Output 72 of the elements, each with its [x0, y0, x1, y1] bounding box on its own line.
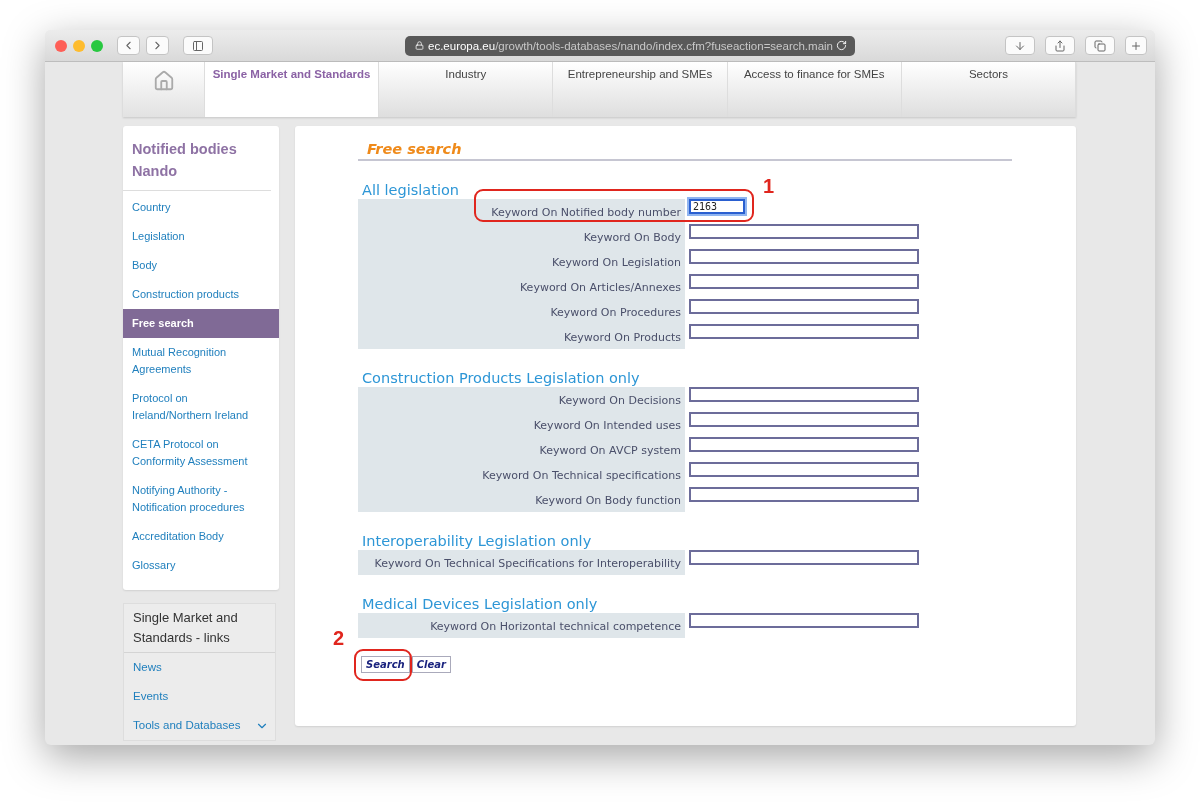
plus-icon	[1130, 39, 1142, 52]
links-title: Single Market and Standards - links	[124, 604, 275, 653]
field-label: Keyword On Intended uses	[358, 412, 685, 437]
input-field[interactable]	[689, 274, 919, 289]
sidebar-link[interactable]: Glossary	[123, 551, 279, 580]
sidebar-link[interactable]: Legislation	[123, 222, 279, 251]
nav-tab[interactable]: Sectors	[901, 62, 1076, 117]
field-label: Keyword On Technical specifications	[358, 462, 685, 487]
field-label: Keyword On AVCP system	[358, 437, 685, 462]
sidebar-icon	[192, 39, 204, 52]
input-field[interactable]	[689, 249, 919, 264]
share-icon	[1054, 39, 1066, 52]
input-field[interactable]	[689, 487, 919, 502]
field-label: Keyword On Notified body number	[358, 199, 685, 224]
field-label: Keyword On Procedures	[358, 299, 685, 324]
sidebar-link[interactable]: Accreditation Body	[123, 522, 279, 551]
input-field[interactable]	[689, 550, 919, 565]
nav-tab[interactable]: Entrepreneurship and SMEs	[553, 62, 728, 117]
links-item[interactable]: Events	[124, 682, 275, 711]
address-bar[interactable]: ec.europa.eu/growth/tools-databases/nando/index.cfm?fuseaction=search.main	[405, 35, 855, 56]
sidebar-link[interactable]: Body	[123, 251, 279, 280]
input-field[interactable]	[689, 437, 919, 452]
nav-tab[interactable]: Industry	[379, 62, 554, 117]
input-field[interactable]: 2163	[689, 199, 745, 214]
input-field[interactable]	[689, 462, 919, 477]
field-label: Keyword On Body	[358, 224, 685, 249]
sidebar-link[interactable]: Protocol on Ireland/Northern Ireland	[123, 384, 279, 430]
section-heading: All legislation	[361, 181, 459, 199]
field-label: Keyword On Decisions	[358, 387, 685, 412]
sidebar-link[interactable]: Country	[123, 193, 279, 222]
input-field[interactable]	[689, 299, 919, 314]
nav-tab[interactable]: Access to finance for SMEs	[727, 62, 902, 117]
field-label: Keyword On Body function	[358, 487, 685, 512]
section-heading: Construction Products Legislation only	[361, 369, 640, 387]
input-field[interactable]	[689, 224, 919, 239]
form-button[interactable]: Clear	[411, 656, 451, 673]
field-label: Keyword On Legislation	[358, 249, 685, 274]
home-icon	[152, 70, 175, 92]
sidebar-title: Notified bodies Nando	[123, 138, 271, 191]
section-heading: Interoperability Legislation only	[361, 532, 592, 550]
input-field[interactable]	[689, 613, 919, 628]
back-button[interactable]	[117, 36, 140, 55]
field-label: Keyword On Horizontal technical competence	[358, 613, 685, 638]
sidebar-link[interactable]: CETA Protocol on Conformity Assessment	[123, 430, 279, 476]
link-label: Events	[133, 689, 169, 704]
sidebar-link[interactable]: Mutual Recognition Agreements	[123, 338, 279, 384]
sidebar-link[interactable]: Construction products	[123, 280, 279, 309]
field-label: Keyword On Products	[358, 324, 685, 349]
link-label: News	[133, 660, 162, 675]
input-field[interactable]	[689, 412, 919, 427]
sidebar-link[interactable]: Free search	[123, 309, 279, 338]
download-icon	[1014, 39, 1026, 52]
link-label: Tools and Databases	[133, 718, 241, 733]
form-button[interactable]: Search	[361, 656, 410, 673]
url-text: ec.europa.eu/growth/tools-databases/nando/index.cfm?fuseaction=search.main	[428, 39, 833, 52]
section-heading: Medical Devices Legislation only	[361, 595, 598, 613]
forward-button[interactable]	[146, 36, 169, 55]
page-title: Free search	[358, 140, 1012, 161]
lock-icon	[415, 41, 424, 50]
reload-icon[interactable]	[836, 40, 847, 51]
links-item[interactable]: News	[124, 653, 275, 682]
sidebar-button[interactable]	[183, 36, 213, 55]
tabs-icon	[1094, 39, 1106, 52]
input-field[interactable]	[689, 387, 919, 402]
sidebar-link[interactable]: Notifying Authority - Notification procedures	[123, 476, 279, 522]
field-label: Keyword On Technical Specifications for Interoperability	[358, 550, 685, 575]
annotation-number: 2	[333, 628, 345, 648]
nav-tab[interactable]: Single Market and Standards	[205, 62, 380, 117]
annotation-number: 1	[763, 176, 775, 196]
input-field[interactable]	[689, 324, 919, 339]
links-item[interactable]: Tools and Databases	[124, 711, 275, 740]
field-label: Keyword On Articles/Annexes	[358, 274, 685, 299]
